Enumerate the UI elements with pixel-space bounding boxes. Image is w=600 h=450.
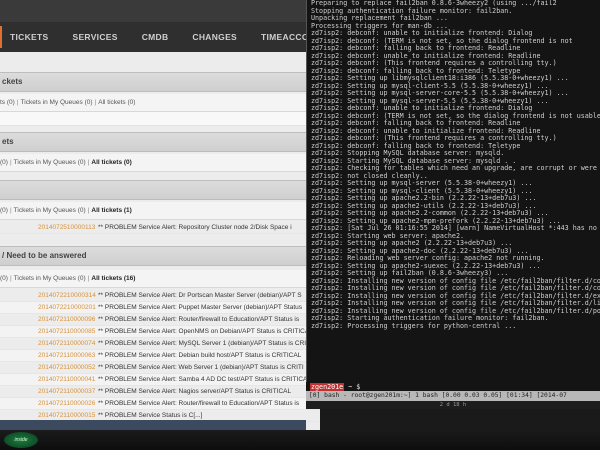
filter-separator: | (87, 207, 90, 214)
ticket-subject[interactable]: ** PROBLEM Service Alert: Samba 4 AD DC … (98, 374, 307, 385)
taskbar (0, 420, 306, 430)
ticket-subject[interactable]: ** PROBLEM Service Alert: OpenNMS on Deb… (98, 326, 313, 337)
otrs-logo (0, 26, 2, 48)
ticket-filter-link[interactable]: (0) (0, 207, 8, 214)
widget-header[interactable]: / Need to be answered (0, 246, 320, 266)
ticket-row[interactable]: 2014072510000113 ** PROBLEM Service Alert… (0, 222, 320, 234)
empty-row (0, 112, 320, 126)
filter-separator: | (16, 99, 19, 106)
widget-header[interactable]: ckets (0, 72, 320, 92)
widget-header[interactable] (0, 180, 320, 200)
ticket-number[interactable]: 2014072110000041 (38, 374, 95, 385)
ticket-subject[interactable]: ** PROBLEM Service Alert: Puppet Master … (98, 302, 302, 313)
ticket-row[interactable]: 2014072110000052 ** PROBLEM Service Alert… (0, 362, 320, 374)
tab-cmdb[interactable]: CMDB (142, 32, 169, 42)
ticket-filter-link[interactable]: All tickets (0) (98, 99, 135, 106)
ticket-row[interactable]: 2014072110000041 ** PROBLEM Service Alert… (0, 374, 320, 386)
otrs-widgets: ckets ts (0) | Tickets in My Queues (0) | All… (0, 60, 320, 430)
ticket-filter-bar: (0) | Tickets in My Queues (0) | All tickets… (0, 270, 320, 288)
filter-separator: | (94, 99, 97, 106)
widget-header[interactable]: ets (0, 132, 320, 152)
ticket-subject[interactable]: ** PROBLEM Service Alert: Dr Portscan Ma… (98, 290, 302, 301)
browser-top-strip (0, 0, 320, 22)
terminal-output[interactable]: Preparing to replace fail2ban 0.8.6-3whe… (306, 0, 600, 388)
tmux-status-text: [0] bash - root@zgen201m:~] 1 bash [0.00… (309, 392, 567, 399)
ticket-subject[interactable]: ** PROBLEM Service Alert: Nagios server/… (98, 386, 291, 397)
ticket-filter-link[interactable]: (0) (0, 159, 8, 166)
ticket-filter-link[interactable]: Tickets in My Queues (0) (14, 275, 86, 282)
otrs-dashboard: TICKETS SERVICES CMDB CHANGES TIMEACCOUN… (0, 0, 320, 430)
ticket-number[interactable]: 2014072210000201 (38, 302, 96, 313)
ticket-subject[interactable]: ** PROBLEM Service Alert: Web Server 1 (… (98, 362, 304, 373)
ticket-number[interactable]: 2014072110000074 (38, 338, 95, 349)
ticket-row[interactable]: 2014072110000085 ** PROBLEM Service Alert… (0, 326, 320, 338)
ticket-filter-link[interactable]: (0) (0, 275, 8, 282)
ticket-filter-link[interactable]: Tickets in My Queues (0) (21, 99, 93, 106)
filter-separator: | (9, 275, 12, 282)
ticket-number[interactable]: 2014072110000096 (38, 314, 95, 325)
ticket-subject[interactable]: ** PROBLEM Service Alert: Router/firewal… (98, 398, 299, 409)
ticket-filter-link[interactable]: All tickets (0) (91, 159, 131, 166)
ticket-row[interactable]: 2014072210000201 ** PROBLEM Service Alert… (0, 302, 320, 314)
ticket-row[interactable]: 2014072110000096 ** PROBLEM Service Alert… (0, 314, 320, 326)
ticket-row[interactable]: 2014072110000037 ** PROBLEM Service Alert… (0, 386, 320, 398)
ticket-filter-bar: ts (0) | Tickets in My Queues (0) | All tick… (0, 94, 320, 112)
ticket-number[interactable]: 2014072110000085 (38, 326, 95, 337)
ticket-filter-link[interactable]: ts (0) (0, 99, 15, 106)
ticket-filter-link[interactable]: Tickets in My Queues (0) (14, 159, 86, 166)
ticket-row[interactable]: 2014072110000026 ** PROBLEM Service Alert… (0, 398, 320, 410)
tmux-uptime: 2 d 18 h (306, 401, 600, 409)
tab-tickets[interactable]: TICKETS (10, 32, 48, 42)
ticket-number[interactable]: 2014072510000113 (38, 222, 95, 233)
ticket-row[interactable]: 2014072110000063 ** PROBLEM Service Alert… (0, 350, 320, 362)
ticket-filter-bar: (0) | Tickets in My Queues (0) | All tickets… (0, 202, 320, 220)
ticket-number[interactable]: 2014072110000063 (38, 350, 95, 361)
filter-separator: | (87, 159, 90, 166)
ticket-subject[interactable]: ** PROBLEM Service Alert: Debian build h… (98, 350, 301, 361)
terminal-line: zd7isp2: Processing triggers for python-… (311, 321, 517, 330)
ticket-row[interactable]: 2014072110000074 ** PROBLEM Service Alert… (0, 338, 320, 350)
ticket-filter-link[interactable]: Tickets in My Queues (0) (14, 207, 86, 214)
prompt-text: ~ $ (344, 383, 361, 391)
ticket-number[interactable]: 2014072110000052 (38, 362, 95, 373)
ticket-row[interactable]: 2014072210000314 ** PROBLEM Service Alert… (0, 290, 320, 302)
monitor-bezel (0, 430, 600, 450)
ticket-filter-bar: (0) | Tickets in My Queues (0) | All tickets… (0, 154, 320, 172)
ticket-number[interactable]: 2014072110000037 (38, 386, 95, 397)
filter-separator: | (87, 275, 90, 282)
ticket-subject[interactable]: ** PROBLEM Service Alert: Router/firewal… (98, 314, 299, 325)
tab-services[interactable]: SERVICES (72, 32, 117, 42)
tab-changes[interactable]: CHANGES (192, 32, 237, 42)
inside-sticker: inside (4, 432, 38, 448)
ticket-number[interactable]: 2014072210000314 (38, 290, 96, 301)
ticket-subject[interactable]: ** PROBLEM Service Alert: Repository Clu… (98, 222, 292, 233)
ticket-filter-link[interactable]: All tickets (16) (91, 275, 135, 282)
ticket-subject[interactable]: ** PROBLEM Service Alert: MySQL Server 1… (98, 338, 306, 349)
filter-separator: | (9, 159, 12, 166)
otrs-navbar: TICKETS SERVICES CMDB CHANGES TIMEACCOUN… (0, 22, 320, 52)
prompt-hostname: zgen201e (310, 383, 345, 391)
tmux-status-bar: [0] bash - root@zgen201m:~] 1 bash [0.00… (306, 391, 600, 401)
ticket-number[interactable]: 2014072110000026 (38, 398, 95, 409)
filter-separator: | (9, 207, 12, 214)
ticket-filter-link[interactable]: All tickets (1) (91, 207, 131, 214)
